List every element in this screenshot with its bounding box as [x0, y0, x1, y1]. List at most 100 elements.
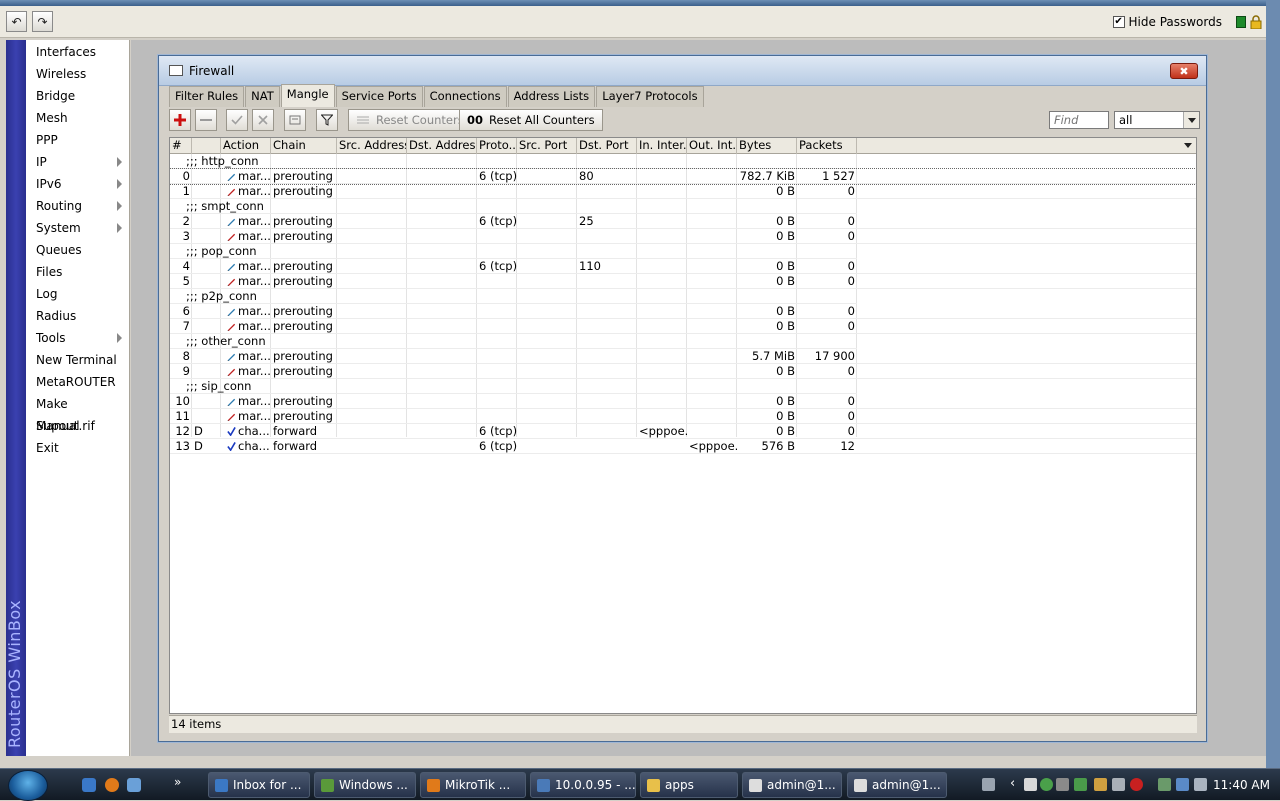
table-row[interactable]: 10 mar... prerouting 0 B 0 — [170, 394, 1196, 409]
add-button[interactable] — [169, 109, 191, 131]
reset-counters-button[interactable]: Reset Counters — [348, 109, 472, 131]
sidebar-item-mesh[interactable]: Mesh — [26, 107, 130, 129]
hide-passwords-toggle[interactable]: ✔ Hide Passwords — [1112, 15, 1222, 29]
sidebar-item-queues[interactable]: Queues — [26, 239, 130, 261]
close-button[interactable]: ✖ — [1170, 63, 1198, 79]
undo-button[interactable]: ↶ — [6, 11, 27, 32]
column-header-3[interactable]: Chain — [271, 138, 337, 154]
table-row[interactable]: 7 mar... prerouting 0 B 0 — [170, 319, 1196, 334]
table-row[interactable]: 5 mar... prerouting 0 B 0 — [170, 274, 1196, 289]
column-header-9[interactable]: In. Inter... — [637, 138, 687, 154]
table-row[interactable]: 9 mar... prerouting 0 B 0 — [170, 364, 1196, 379]
taskbar-item[interactable]: admin@1... — [847, 772, 947, 798]
volume-icon[interactable] — [1194, 778, 1207, 791]
column-header-8[interactable]: Dst. Port — [577, 138, 637, 154]
tab-connections[interactable]: Connections — [423, 86, 507, 107]
reset-all-counters-button[interactable]: 00 Reset All Counters — [459, 109, 603, 131]
sidebar-item-new-terminal[interactable]: New Terminal — [26, 349, 130, 371]
sidebar-item-exit[interactable]: Exit — [26, 437, 130, 459]
quicklaunch-icon[interactable] — [127, 778, 141, 792]
enable-button[interactable] — [226, 109, 248, 131]
tray-app-icon[interactable] — [1094, 778, 1107, 791]
error-icon[interactable] — [1130, 778, 1143, 791]
keyboard-icon[interactable] — [982, 778, 995, 791]
usb-icon[interactable] — [1158, 778, 1171, 791]
column-header-5[interactable]: Dst. Address — [407, 138, 477, 154]
find-input[interactable] — [1049, 111, 1109, 129]
sidebar-item-system[interactable]: System — [26, 217, 130, 239]
antivirus-icon[interactable] — [1074, 778, 1087, 791]
tab-nat[interactable]: NAT — [245, 86, 280, 107]
column-header-0[interactable]: # — [170, 138, 192, 154]
sidebar-item-radius[interactable]: Radius — [26, 305, 130, 327]
rule-comment: ;;; http_conn — [186, 154, 259, 168]
column-header-1[interactable] — [192, 138, 221, 154]
filter-select[interactable]: all — [1114, 111, 1200, 129]
taskbar-item[interactable]: Inbox for ... — [208, 772, 310, 798]
sidebar-item-interfaces[interactable]: Interfaces — [26, 41, 130, 63]
sidebar-item-metarouter[interactable]: MetaROUTER — [26, 371, 130, 393]
sidebar-item-log[interactable]: Log — [26, 283, 130, 305]
tray-expand-icon[interactable]: ‹ — [1010, 776, 1015, 791]
comment-button[interactable] — [284, 109, 306, 131]
sidebar-item-make-supout-rif[interactable]: Make Supout.rif — [26, 393, 130, 433]
taskbar-item[interactable]: 10.0.0.95 - ... — [530, 772, 636, 798]
hide-passwords-checkbox[interactable]: ✔ — [1112, 16, 1125, 28]
taskbar-item[interactable]: Windows ... — [314, 772, 416, 798]
messenger-icon[interactable] — [1040, 778, 1053, 791]
chevron-down-icon[interactable] — [1183, 112, 1199, 128]
remove-button[interactable] — [195, 109, 217, 131]
firewall-title-bar[interactable]: Firewall ✖ — [159, 56, 1206, 86]
table-row[interactable]: 1 mar... prerouting 0 B 0 — [170, 184, 1196, 199]
sidebar-item-ppp[interactable]: PPP — [26, 129, 130, 151]
tab-filter-rules[interactable]: Filter Rules — [169, 86, 245, 107]
table-row[interactable]: 3 mar... prerouting 0 B 0 — [170, 229, 1196, 244]
sidebar-item-bridge[interactable]: Bridge — [26, 85, 130, 107]
cell-sport — [517, 349, 577, 364]
column-header-12[interactable]: Packets — [797, 138, 857, 154]
more-quicklaunch-icon[interactable]: » — [174, 775, 181, 789]
column-header-2[interactable]: Action — [221, 138, 271, 154]
column-header-4[interactable]: Src. Address — [337, 138, 407, 154]
table-row[interactable]: 12 Dcha...forward 6 (tcp) <pppoe... 0 B 0 — [170, 424, 1196, 439]
column-header-11[interactable]: Bytes — [737, 138, 797, 154]
firefox-icon[interactable] — [105, 778, 119, 792]
display-icon[interactable] — [1176, 778, 1189, 791]
sidebar-item-ipv6[interactable]: IPv6 — [26, 173, 130, 195]
table-row[interactable]: 2 mar... prerouting 6 (tcp) 25 0 B 0 — [170, 214, 1196, 229]
table-row[interactable]: 8 mar... prerouting 5.7 MiB 17 900 — [170, 349, 1196, 364]
table-row[interactable]: 0 mar... prerouting 6 (tcp) 80 782.7 KiB 1 527 — [170, 168, 1196, 185]
column-header-7[interactable]: Src. Port — [517, 138, 577, 154]
chevron-down-icon[interactable] — [1184, 143, 1192, 148]
network-icon[interactable] — [1056, 778, 1069, 791]
sidebar-item-routing[interactable]: Routing — [26, 195, 130, 217]
sidebar-item-tools[interactable]: Tools — [26, 327, 130, 349]
table-header: # Action Chain Src. Address Dst. Address Prot… — [170, 138, 1196, 154]
tab-mangle[interactable]: Mangle — [280, 84, 335, 107]
column-header-10[interactable]: Out. Int... — [687, 138, 737, 154]
column-header-6[interactable]: Proto... — [477, 138, 517, 154]
table-row[interactable]: 13 Dcha...forward 6 (tcp) <pppoe... 576 B 12 — [170, 439, 1196, 454]
taskbar-item[interactable]: apps — [640, 772, 738, 798]
lock-icon[interactable] — [1250, 15, 1262, 29]
sidebar-item-manual[interactable]: Manual — [26, 415, 130, 437]
taskbar-item[interactable]: admin@1... — [742, 772, 842, 798]
table-row[interactable]: 4 mar... prerouting 6 (tcp) 110 0 B 0 — [170, 259, 1196, 274]
disable-button[interactable] — [252, 109, 274, 131]
tab-service-ports[interactable]: Service Ports — [335, 86, 423, 107]
tab-address-lists[interactable]: Address Lists — [507, 86, 596, 107]
tab-layer7-protocols[interactable]: Layer7 Protocols — [596, 86, 704, 107]
show-desktop-icon[interactable] — [82, 778, 96, 792]
filter-button[interactable] — [316, 109, 338, 131]
table-row[interactable]: 6 mar... prerouting 0 B 0 — [170, 304, 1196, 319]
mail-icon[interactable] — [1024, 778, 1037, 791]
sidebar-item-ip[interactable]: IP — [26, 151, 130, 173]
taskbar-item[interactable]: MikroTik ... — [420, 772, 526, 798]
printer-icon[interactable] — [1112, 778, 1125, 791]
sidebar-item-files[interactable]: Files — [26, 261, 130, 283]
sidebar-item-wireless[interactable]: Wireless — [26, 63, 130, 85]
redo-button[interactable]: ↷ — [32, 11, 53, 32]
start-button[interactable] — [8, 770, 48, 801]
table-row[interactable]: 11 mar... prerouting 0 B 0 — [170, 409, 1196, 424]
clock[interactable]: 11:40 AM — [1213, 778, 1270, 792]
